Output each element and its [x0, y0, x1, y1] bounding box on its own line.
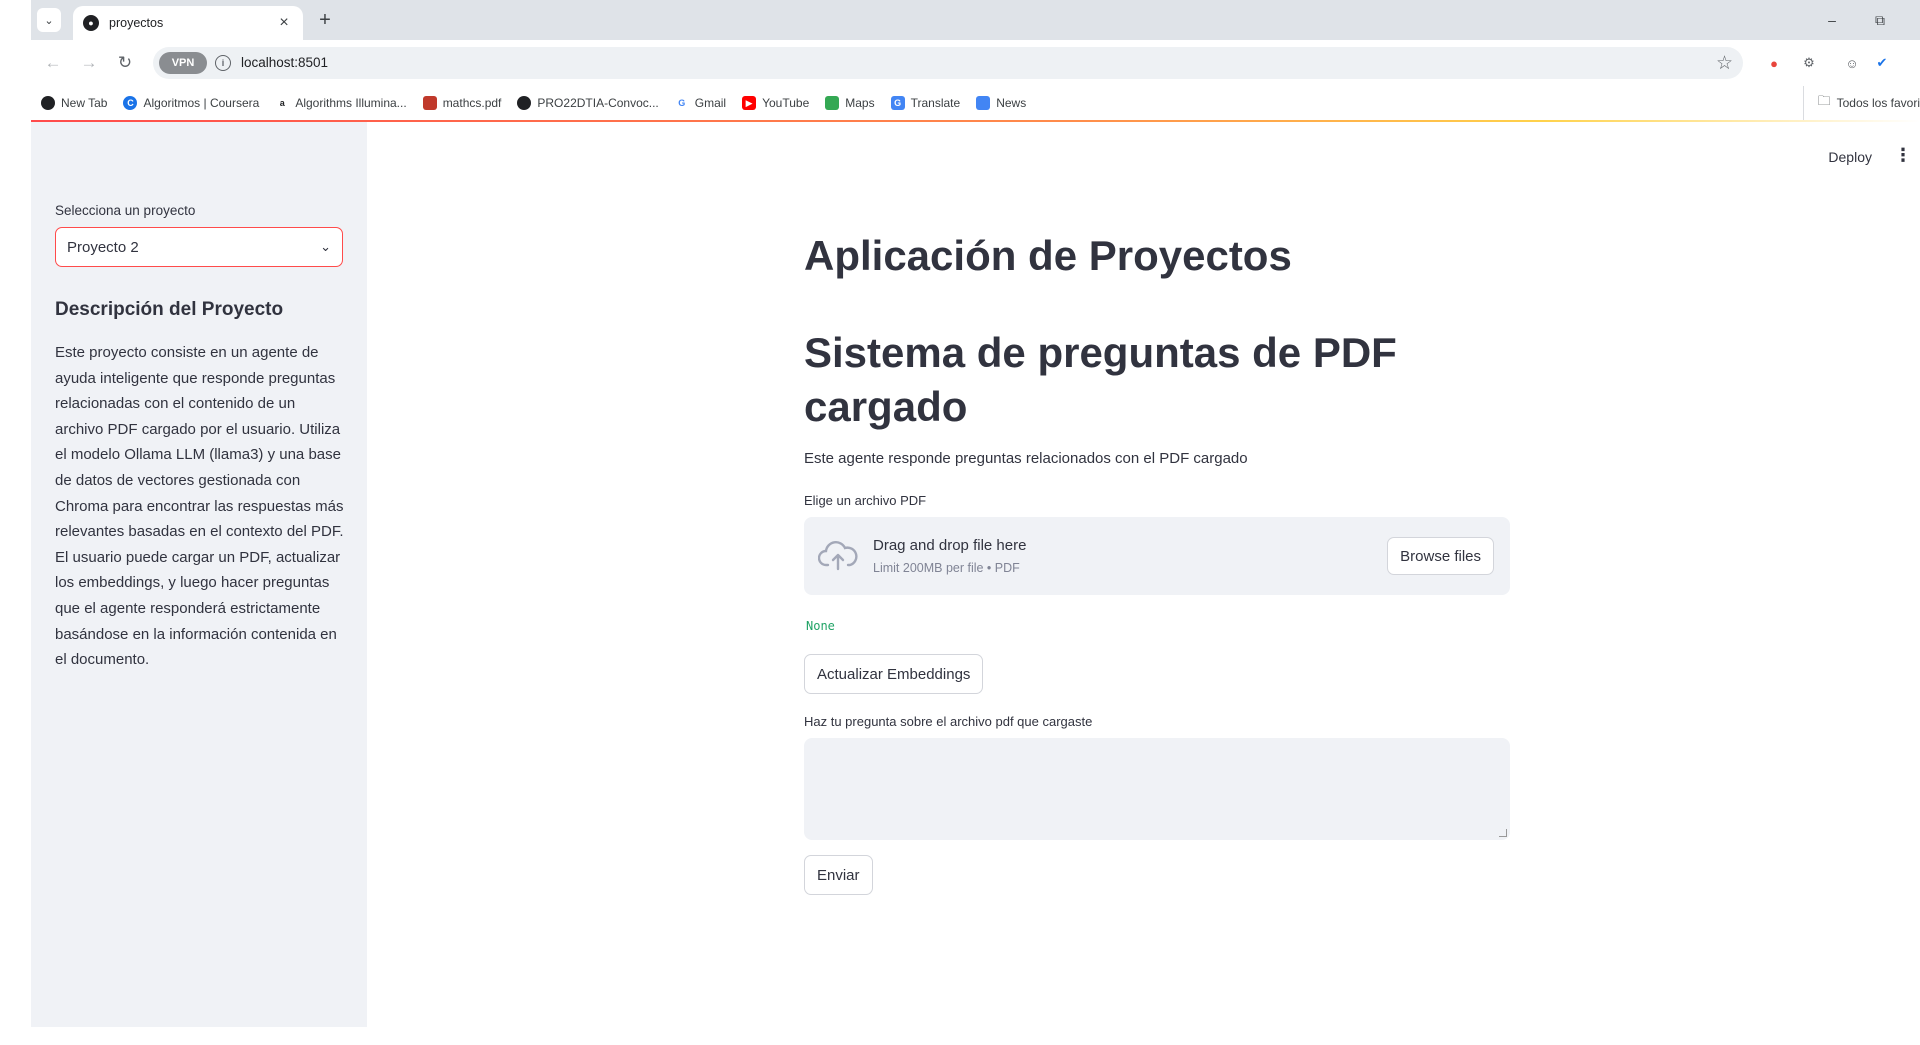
- new-tab-favicon-icon: [41, 96, 55, 110]
- bookmark-pro22dtia[interactable]: PRO22DTIA-Convoc...: [517, 96, 659, 110]
- folder-icon: 🗀: [1817, 93, 1831, 108]
- bookmark-new-tab[interactable]: New Tab: [41, 96, 107, 110]
- bookmark-label: Algorithms Illumina...: [295, 96, 407, 110]
- bookmarks-folder-label: Todos los favori: [1836, 96, 1920, 110]
- bookmark-label: Translate: [910, 96, 961, 110]
- adblock-extension-icon[interactable]: ●: [1763, 52, 1785, 74]
- minimize-icon[interactable]: –: [1814, 8, 1850, 32]
- dropzone-limit: Limit 200MB per file • PDF: [873, 561, 1020, 575]
- bookmark-label: News: [996, 96, 1027, 110]
- chevron-down-icon: ⌄: [320, 239, 331, 254]
- new-tab-icon[interactable]: +: [313, 8, 337, 32]
- main-area: Deploy ⋮ Aplicación de Proyectos Sistema…: [367, 122, 1920, 1045]
- bookmark-mathcs[interactable]: mathcs.pdf: [422, 96, 502, 110]
- browser-toolbar: ← → ↻ VPN i localhost:8501 ☆ ● ⚙ ☺ ✔: [31, 40, 1920, 86]
- uploaded-file-status: None: [806, 619, 835, 633]
- project-description-text: Este proyecto consiste en un agente de a…: [55, 344, 344, 669]
- extensions-puzzle-icon[interactable]: ⚙: [1798, 52, 1820, 74]
- translate-icon: G: [890, 96, 905, 110]
- main-menu-icon[interactable]: ⋮: [1894, 145, 1912, 166]
- browse-files-button[interactable]: Browse files: [1387, 537, 1494, 575]
- page-caption: Este agente responde preguntas relaciona…: [804, 450, 1248, 467]
- page-subtitle: Sistema de preguntas de PDF cargado: [804, 329, 1397, 430]
- deploy-button[interactable]: Deploy: [1828, 149, 1872, 165]
- profile-avatar-icon[interactable]: ☺: [1841, 52, 1863, 74]
- amazon-icon: a: [275, 96, 290, 110]
- dropzone-instruction: Drag and drop file here: [873, 537, 1027, 554]
- bookmarks-bar: New Tab C Algoritmos | Coursera a Algorith…: [31, 86, 1920, 120]
- url-text[interactable]: localhost:8501: [241, 55, 328, 70]
- address-bar[interactable]: VPN i localhost:8501 ☆: [153, 47, 1743, 79]
- tab-strip: ⌄ ● proyectos × + – ⧉: [31, 0, 1920, 40]
- question-textarea[interactable]: [804, 738, 1510, 840]
- cloud-upload-icon: [818, 541, 858, 571]
- all-bookmarks-folder[interactable]: 🗀 Todos los favori: [1802, 86, 1920, 120]
- bookmark-label: Maps: [845, 96, 875, 110]
- desktop-strip: [0, 0, 31, 1045]
- bookmark-translate[interactable]: G Translate: [890, 96, 961, 110]
- project-description-heading: Descripción del Proyecto: [55, 299, 284, 320]
- file-dropzone[interactable]: Drag and drop file here Limit 200MB per …: [804, 517, 1510, 595]
- reload-icon[interactable]: ↻: [113, 51, 137, 75]
- bookmark-coursera[interactable]: C Algoritmos | Coursera: [123, 96, 259, 110]
- update-embeddings-button[interactable]: Actualizar Embeddings: [804, 654, 984, 694]
- bookmark-label: mathcs.pdf: [442, 96, 502, 110]
- bookmark-youtube[interactable]: ▶ YouTube: [742, 96, 809, 110]
- browser-chrome: ⌄ ● proyectos × + – ⧉ ← → ↻ VPN i localh…: [31, 0, 1920, 122]
- bookmark-label: PRO22DTIA-Convoc...: [537, 96, 659, 110]
- university-shield-icon: [422, 96, 437, 110]
- file-uploader-label: Elige un archivo PDF: [804, 493, 927, 508]
- site-info-icon[interactable]: i: [215, 55, 231, 71]
- project-select-label: Selecciona un proyecto: [55, 203, 196, 218]
- bookmark-amazon[interactable]: a Algorithms Illumina...: [275, 96, 407, 110]
- news-icon: [976, 96, 991, 110]
- forward-icon[interactable]: →: [77, 51, 101, 75]
- tab-title: proyectos: [109, 16, 164, 30]
- bookmark-gmail[interactable]: G Gmail: [674, 96, 727, 110]
- screen: ⌄ ● proyectos × + – ⧉ ← → ↻ VPN i localh…: [0, 0, 1920, 1045]
- resize-handle-icon[interactable]: [1499, 829, 1507, 837]
- page-title: Aplicación de Proyectos: [804, 232, 1292, 279]
- streamlit-favicon-icon: ●: [83, 15, 99, 31]
- tab-close-icon[interactable]: ×: [275, 14, 293, 32]
- back-icon[interactable]: ←: [41, 51, 65, 75]
- bookmark-star-icon[interactable]: ☆: [1716, 52, 1733, 75]
- bookmark-label: Gmail: [694, 96, 727, 110]
- bookmark-label: New Tab: [61, 96, 108, 110]
- project-select[interactable]: Proyecto 2 ⌄: [55, 227, 343, 267]
- youtube-icon: ▶: [742, 96, 757, 110]
- coursera-icon: C: [123, 96, 138, 110]
- tab-search-icon[interactable]: ⌄: [37, 8, 61, 32]
- bookmark-maps[interactable]: Maps: [825, 96, 875, 110]
- vpn-badge[interactable]: VPN: [159, 52, 207, 74]
- globe-icon: [517, 96, 532, 110]
- question-label: Haz tu pregunta sobre el archivo pdf que…: [804, 714, 1093, 729]
- send-button[interactable]: Enviar: [804, 855, 873, 895]
- bookmark-news[interactable]: News: [976, 96, 1026, 110]
- shield-extension-icon[interactable]: ✔: [1871, 52, 1893, 74]
- google-icon: G: [674, 96, 689, 110]
- restore-icon[interactable]: ⧉: [1862, 8, 1898, 32]
- bookmark-label: YouTube: [762, 96, 810, 110]
- project-select-value: Proyecto 2: [67, 238, 139, 256]
- browser-tab[interactable]: ● proyectos ×: [73, 6, 303, 40]
- maps-icon: [825, 96, 840, 110]
- sidebar: Selecciona un proyecto Proyecto 2 ⌄ Desc…: [31, 122, 367, 1027]
- bookmark-label: Algoritmos | Coursera: [143, 96, 260, 110]
